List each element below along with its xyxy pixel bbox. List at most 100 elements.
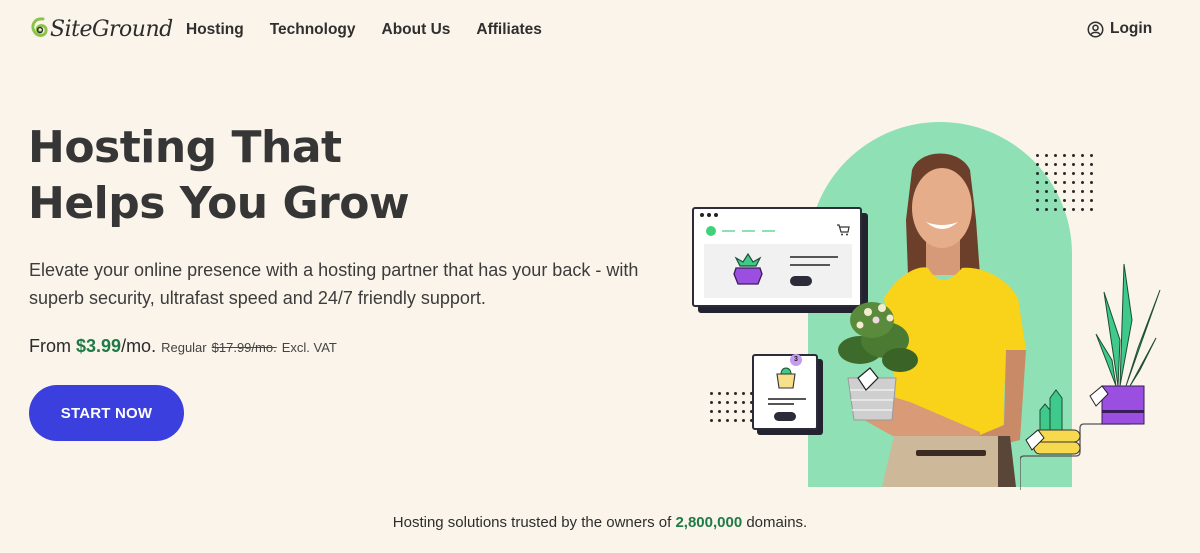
main-menu: Hosting Technology About Us Affiliates: [186, 21, 568, 39]
trust-statement: Hosting solutions trusted by the owners …: [0, 514, 1200, 531]
purple-pot-plant-icon: [733, 252, 763, 285]
dot: [1072, 154, 1075, 157]
nav-dash: [742, 230, 755, 232]
dot: [1063, 190, 1066, 193]
dot: [726, 401, 729, 404]
dot: [1081, 208, 1084, 211]
text-line: [768, 398, 806, 400]
dot: [742, 410, 745, 413]
nav-hosting[interactable]: Hosting: [186, 21, 244, 39]
siteground-logo[interactable]: SiteGround: [30, 14, 173, 44]
hero-illustration: 3: [680, 110, 1200, 500]
trust-suffix: domains.: [746, 514, 808, 531]
dot: [1090, 172, 1093, 175]
dot: [1081, 163, 1084, 166]
status-dot: [706, 226, 716, 236]
dot: [1072, 172, 1075, 175]
dot: [1072, 181, 1075, 184]
dot: [1072, 208, 1075, 211]
user-circle-icon: [1087, 21, 1104, 37]
dot: [1054, 172, 1057, 175]
dot: [742, 401, 745, 404]
hero-subtitle: Elevate your online presence with a host…: [29, 260, 639, 308]
dot: [718, 410, 721, 413]
dot: [734, 392, 737, 395]
dot: [1054, 199, 1057, 202]
dot: [710, 401, 713, 404]
trust-prefix: Hosting solutions trusted by the owners …: [392, 514, 672, 531]
dot: [734, 419, 737, 422]
dot: [1081, 172, 1084, 175]
dot: [1063, 208, 1066, 211]
cart-count-badge: 3: [790, 354, 802, 366]
login-link[interactable]: Login: [1087, 20, 1152, 38]
dot: [1072, 163, 1075, 166]
dot: [1054, 190, 1057, 193]
dot: [710, 392, 713, 395]
nav-about-us[interactable]: About Us: [382, 21, 451, 39]
dot: [734, 410, 737, 413]
dot: [726, 392, 729, 395]
hero-title: Hosting That Helps You Grow: [28, 120, 448, 232]
nav-affiliates[interactable]: Affiliates: [476, 21, 541, 39]
dot: [726, 410, 729, 413]
dot: [1054, 163, 1057, 166]
dot: [726, 419, 729, 422]
hero-title-line-1: Hosting That: [28, 122, 342, 173]
dot: [742, 419, 745, 422]
dot: [1054, 208, 1057, 211]
dot: [1063, 181, 1066, 184]
regular-price-label: Regular: [161, 340, 207, 355]
dot: [1054, 154, 1057, 157]
domain-count: 2,800,000: [675, 514, 743, 531]
dot: [1090, 154, 1093, 157]
dot: [734, 401, 737, 404]
dot: [718, 392, 721, 395]
dot: [1045, 172, 1048, 175]
dot: [1072, 199, 1075, 202]
dot: [1063, 172, 1066, 175]
product-card-mockup: 3: [752, 354, 818, 430]
logo-text: SiteGround: [50, 16, 173, 42]
price-period: /mo.: [121, 336, 157, 356]
buy-pill: [774, 412, 796, 421]
dot-pattern-bottom: [710, 392, 753, 422]
cactus-pot-icon: [776, 367, 796, 389]
price-amount: $3.99: [76, 336, 122, 356]
woman-holding-plant-photo: [838, 153, 1026, 487]
dot: [1090, 181, 1093, 184]
dot: [1081, 181, 1084, 184]
dot: [718, 401, 721, 404]
dot: [1063, 154, 1066, 157]
dot: [710, 410, 713, 413]
text-line: [768, 403, 794, 405]
dot: [1045, 199, 1048, 202]
dot: [1063, 199, 1066, 202]
nav-dash: [762, 230, 775, 232]
price-from-label: From: [29, 336, 71, 356]
dot: [1081, 154, 1084, 157]
dot: [1045, 208, 1048, 211]
login-label: Login: [1110, 20, 1153, 37]
dot: [1090, 163, 1093, 166]
dot-pattern-top: [1036, 154, 1093, 211]
dot: [742, 392, 745, 395]
price-line: From $3.99/mo. Regular $17.99/mo. Excl. …: [29, 336, 337, 357]
text-line: [790, 264, 830, 266]
dot: [718, 419, 721, 422]
window-dots-icon: [700, 213, 718, 217]
dot: [1045, 163, 1048, 166]
dot: [1072, 190, 1075, 193]
buy-pill: [790, 276, 812, 286]
dot: [1045, 181, 1048, 184]
nav-technology[interactable]: Technology: [270, 21, 356, 39]
nav-dash: [722, 230, 735, 232]
dot: [710, 419, 713, 422]
stair-plants-illustration: [1020, 263, 1161, 490]
top-navigation: SiteGround Hosting Technology About Us A…: [0, 0, 1200, 62]
dot: [1045, 190, 1048, 193]
start-now-button[interactable]: START NOW: [29, 385, 184, 441]
dot: [1090, 190, 1093, 193]
dot: [1045, 154, 1048, 157]
tax-note: Excl. VAT: [281, 340, 337, 355]
